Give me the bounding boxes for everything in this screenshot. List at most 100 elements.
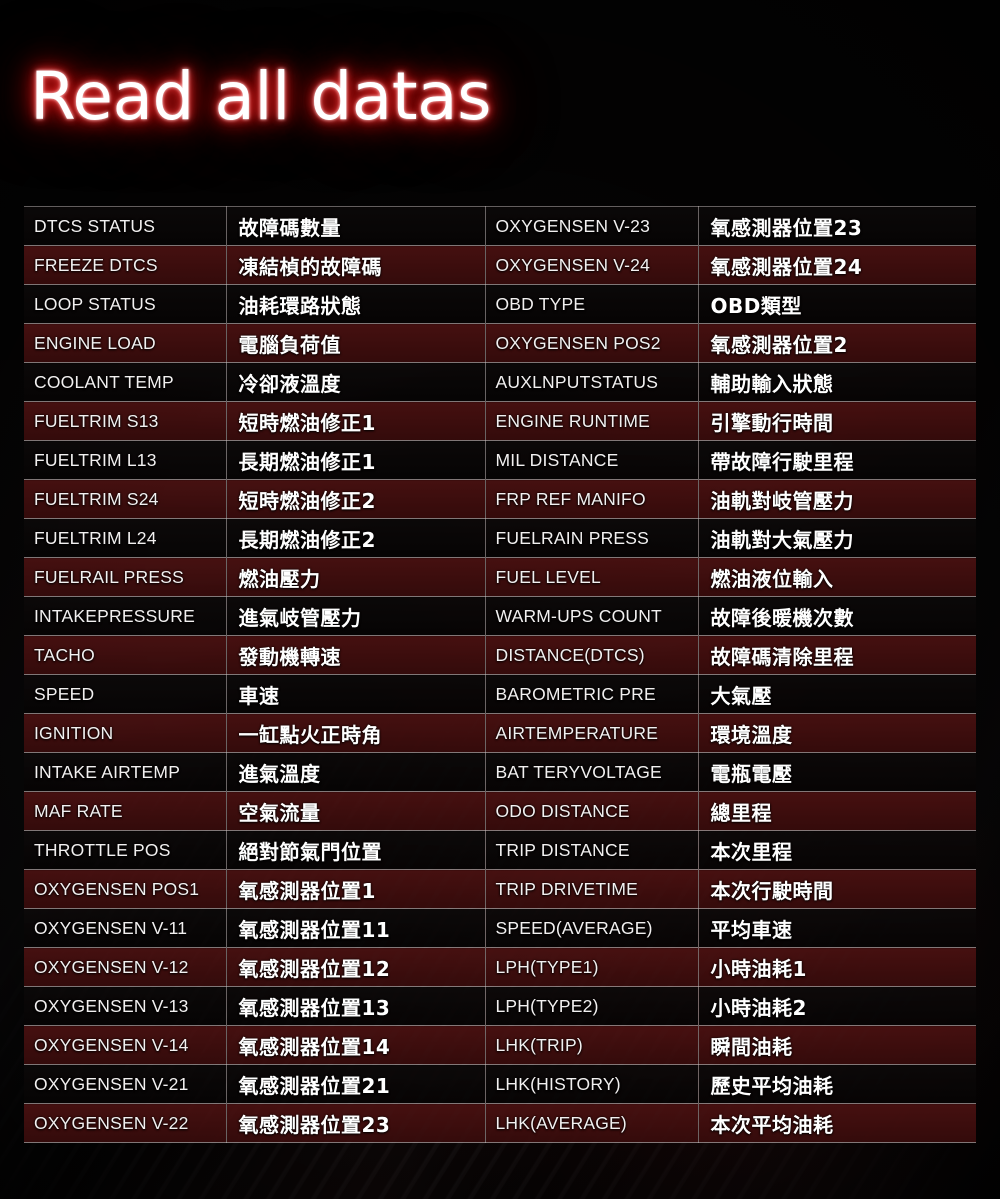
cell-pid-left: INTAKE AIRTEMP bbox=[24, 752, 227, 792]
table-row[interactable]: SPEED 車速 BAROMETRIC PRE 大氣壓 bbox=[24, 674, 976, 714]
cell-pid-right: TRIP DRIVETIME bbox=[485, 869, 699, 909]
cell-pid-left: LOOP STATUS bbox=[24, 284, 227, 324]
cell-desc-right: 故障碼清除里程 bbox=[698, 635, 976, 675]
cell-desc-right: 歷史平均油耗 bbox=[698, 1064, 976, 1104]
table-row[interactable]: OXYGENSEN V-13 氧感測器位置13 LPH(TYPE2) 小時油耗2 bbox=[24, 986, 976, 1026]
table-row[interactable]: TACHO 發動機轉速 DISTANCE(DTCS) 故障碼清除里程 bbox=[24, 635, 976, 675]
cell-desc-right: 電瓶電壓 bbox=[698, 752, 976, 792]
cell-pid-left: SPEED bbox=[24, 674, 227, 714]
cell-pid-left: FUELTRIM L13 bbox=[24, 440, 227, 480]
table-row[interactable]: INTAKE AIRTEMP 進氣溫度 BAT TERYVOLTAGE 電瓶電壓 bbox=[24, 752, 976, 792]
cell-desc-right: 氧感測器位置24 bbox=[698, 245, 976, 285]
cell-desc-right: 氧感測器位置2 bbox=[698, 323, 976, 363]
cell-pid-right: OBD TYPE bbox=[485, 284, 699, 324]
cell-desc-left: 凍結楨的故障碼 bbox=[226, 245, 486, 285]
pid-table-body: DTCS STATUS 故障碼數量 OXYGENSEN V-23 氧感測器位置23 FR… bbox=[24, 206, 976, 1143]
cell-pid-right: LPH(TYPE1) bbox=[485, 947, 699, 987]
table-row[interactable]: DTCS STATUS 故障碼數量 OXYGENSEN V-23 氧感測器位置23 bbox=[24, 206, 976, 246]
cell-pid-left: OXYGENSEN V-22 bbox=[24, 1103, 227, 1143]
table-row[interactable]: OXYGENSEN V-12 氧感測器位置12 LPH(TYPE1) 小時油耗1 bbox=[24, 947, 976, 987]
cell-desc-right: 輔助輸入狀態 bbox=[698, 362, 976, 402]
cell-desc-left: 故障碼數量 bbox=[226, 206, 486, 246]
cell-desc-left: 氧感測器位置14 bbox=[226, 1025, 486, 1065]
cell-pid-left: OXYGENSEN V-12 bbox=[24, 947, 227, 987]
cell-desc-right: 總里程 bbox=[698, 791, 976, 831]
cell-pid-right: BAT TERYVOLTAGE bbox=[485, 752, 699, 792]
cell-desc-left: 短時燃油修正1 bbox=[226, 401, 486, 441]
table-row[interactable]: OXYGENSEN V-14 氧感測器位置14 LHK(TRIP) 瞬間油耗 bbox=[24, 1025, 976, 1065]
cell-pid-left: FREEZE DTCS bbox=[24, 245, 227, 285]
cell-pid-left: OXYGENSEN V-21 bbox=[24, 1064, 227, 1104]
cell-desc-left: 氧感測器位置1 bbox=[226, 869, 486, 909]
title-container: Read all datas bbox=[30, 58, 491, 135]
cell-pid-left: THROTTLE POS bbox=[24, 830, 227, 870]
cell-desc-left: 進氣溫度 bbox=[226, 752, 486, 792]
cell-pid-left: DTCS STATUS bbox=[24, 206, 227, 246]
cell-pid-left: FUELTRIM S13 bbox=[24, 401, 227, 441]
table-row[interactable]: THROTTLE POS 絕對節氣門位置 TRIP DISTANCE 本次里程 bbox=[24, 830, 976, 870]
cell-pid-right: BAROMETRIC PRE bbox=[485, 674, 699, 714]
cell-desc-left: 絕對節氣門位置 bbox=[226, 830, 486, 870]
cell-desc-right: 本次里程 bbox=[698, 830, 976, 870]
pid-table-container: DTCS STATUS 故障碼數量 OXYGENSEN V-23 氧感測器位置23 FR… bbox=[24, 206, 976, 1143]
cell-desc-right: 氧感測器位置23 bbox=[698, 206, 976, 246]
cell-desc-left: 氧感測器位置12 bbox=[226, 947, 486, 987]
page-title: Read all datas bbox=[30, 58, 491, 135]
cell-pid-right: FRP REF MANIFO bbox=[485, 479, 699, 519]
table-row[interactable]: OXYGENSEN V-22 氧感測器位置23 LHK(AVERAGE) 本次平均油耗 bbox=[24, 1103, 976, 1143]
table-row[interactable]: FREEZE DTCS 凍結楨的故障碼 OXYGENSEN V-24 氧感測器位置24 bbox=[24, 245, 976, 285]
cell-pid-left: TACHO bbox=[24, 635, 227, 675]
table-row[interactable]: LOOP STATUS 油耗環路狀態 OBD TYPE OBD類型 bbox=[24, 284, 976, 324]
cell-pid-right: LHK(TRIP) bbox=[485, 1025, 699, 1065]
cell-pid-right: OXYGENSEN POS2 bbox=[485, 323, 699, 363]
cell-desc-right: 油軌對大氣壓力 bbox=[698, 518, 976, 558]
cell-pid-right: LPH(TYPE2) bbox=[485, 986, 699, 1026]
cell-pid-left: IGNITION bbox=[24, 713, 227, 753]
cell-desc-right: 大氣壓 bbox=[698, 674, 976, 714]
table-row[interactable]: FUELTRIM L13 長期燃油修正1 MIL DISTANCE 帶故障行駛里程 bbox=[24, 440, 976, 480]
cell-desc-right: OBD類型 bbox=[698, 284, 976, 324]
cell-desc-left: 氧感測器位置11 bbox=[226, 908, 486, 948]
cell-pid-left: INTAKEPRESSURE bbox=[24, 596, 227, 636]
cell-pid-left: OXYGENSEN V-11 bbox=[24, 908, 227, 948]
table-row[interactable]: INTAKEPRESSURE 進氣岐管壓力 WARM-UPS COUNT 故障後暖機次… bbox=[24, 596, 976, 636]
cell-pid-right: WARM-UPS COUNT bbox=[485, 596, 699, 636]
table-row[interactable]: ENGINE LOAD 電腦負荷值 OXYGENSEN POS2 氧感測器位置2 bbox=[24, 323, 976, 363]
cell-pid-right: AUXLNPUTSTATUS bbox=[485, 362, 699, 402]
cell-pid-right: AIRTEMPERATURE bbox=[485, 713, 699, 753]
cell-desc-left: 長期燃油修正1 bbox=[226, 440, 486, 480]
cell-desc-left: 空氣流量 bbox=[226, 791, 486, 831]
pid-table: DTCS STATUS 故障碼數量 OXYGENSEN V-23 氧感測器位置23 FR… bbox=[24, 206, 976, 1143]
cell-desc-right: 平均車速 bbox=[698, 908, 976, 948]
table-row[interactable]: MAF RATE 空氣流量 ODO DISTANCE 總里程 bbox=[24, 791, 976, 831]
cell-pid-left: MAF RATE bbox=[24, 791, 227, 831]
cell-pid-left: FUELRAIL PRESS bbox=[24, 557, 227, 597]
cell-desc-left: 氧感測器位置23 bbox=[226, 1103, 486, 1143]
cell-desc-left: 長期燃油修正2 bbox=[226, 518, 486, 558]
table-row[interactable]: COOLANT TEMP 冷卻液溫度 AUXLNPUTSTATUS 輔助輸入狀態 bbox=[24, 362, 976, 402]
cell-pid-left: FUELTRIM S24 bbox=[24, 479, 227, 519]
cell-desc-right: 環境溫度 bbox=[698, 713, 976, 753]
cell-pid-right: ODO DISTANCE bbox=[485, 791, 699, 831]
table-row[interactable]: FUELRAIL PRESS 燃油壓力 FUEL LEVEL 燃油液位輸入 bbox=[24, 557, 976, 597]
cell-desc-left: 短時燃油修正2 bbox=[226, 479, 486, 519]
cell-pid-left: OXYGENSEN POS1 bbox=[24, 869, 227, 909]
cell-desc-left: 車速 bbox=[226, 674, 486, 714]
cell-desc-left: 冷卻液溫度 bbox=[226, 362, 486, 402]
table-row[interactable]: OXYGENSEN V-21 氧感測器位置21 LHK(HISTORY) 歷史平均油耗 bbox=[24, 1064, 976, 1104]
table-row[interactable]: OXYGENSEN POS1 氧感測器位置1 TRIP DRIVETIME 本次行駛時… bbox=[24, 869, 976, 909]
table-row[interactable]: OXYGENSEN V-11 氧感測器位置11 SPEED(AVERAGE) 平均車速 bbox=[24, 908, 976, 948]
table-row[interactable]: IGNITION 一缸點火正時角 AIRTEMPERATURE 環境溫度 bbox=[24, 713, 976, 753]
cell-pid-right: LHK(HISTORY) bbox=[485, 1064, 699, 1104]
cell-pid-right: DISTANCE(DTCS) bbox=[485, 635, 699, 675]
cell-pid-right: LHK(AVERAGE) bbox=[485, 1103, 699, 1143]
cell-pid-right: ENGINE RUNTIME bbox=[485, 401, 699, 441]
cell-desc-left: 電腦負荷值 bbox=[226, 323, 486, 363]
table-row[interactable]: FUELTRIM S24 短時燃油修正2 FRP REF MANIFO 油軌對岐管壓力 bbox=[24, 479, 976, 519]
cell-desc-left: 發動機轉速 bbox=[226, 635, 486, 675]
cell-pid-left: COOLANT TEMP bbox=[24, 362, 227, 402]
cell-pid-right: OXYGENSEN V-23 bbox=[485, 206, 699, 246]
cell-pid-right: TRIP DISTANCE bbox=[485, 830, 699, 870]
table-row[interactable]: FUELTRIM L24 長期燃油修正2 FUELRAIN PRESS 油軌對大氣壓力 bbox=[24, 518, 976, 558]
table-row[interactable]: FUELTRIM S13 短時燃油修正1 ENGINE RUNTIME 引擎動行時間 bbox=[24, 401, 976, 441]
